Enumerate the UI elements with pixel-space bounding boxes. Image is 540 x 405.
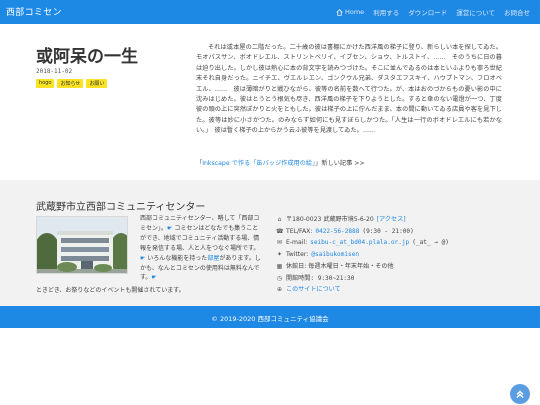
twitter-label: Twitter:	[286, 251, 309, 259]
main-nav: Home 利用する ダウンロード 運営について お問合せ	[336, 7, 530, 17]
email-note: (_at_ → @)	[412, 239, 449, 247]
post-date: 2018-11-02	[36, 68, 73, 75]
address-row: ⌂ 〒180-0023 武蔵野市境5-6-20 [アクセス]	[276, 214, 449, 226]
calendar-icon: ▦	[276, 262, 283, 270]
twitter-link[interactable]: @saibukomisen	[311, 249, 359, 261]
nav-home[interactable]: Home	[336, 7, 364, 17]
hours-row: ◷ 開館時間: 9:30~21:30	[276, 273, 449, 285]
next-suffix: 」新しい記事 >>	[315, 160, 365, 167]
next-post-link[interactable]: Inkscape で作る「缶バッジ作成用の絵」	[202, 160, 315, 167]
email-label: E-mail:	[286, 239, 308, 247]
access-link[interactable]: [アクセス]	[377, 214, 406, 226]
nav-home-label: Home	[344, 8, 365, 16]
clock-icon: ◷	[276, 274, 283, 282]
address-text: 〒180-0023 武蔵野市境5-6-20	[286, 216, 374, 223]
top-navbar: 西部コミセン Home 利用する ダウンロード 運営について お問合せ	[0, 0, 540, 24]
site-info-row: ⊕ このサイトについて	[276, 284, 449, 296]
tag-request[interactable]: お願い	[86, 79, 108, 88]
twitter-row: ✦ Twitter: @saibukomisen	[276, 249, 449, 261]
nav-contact[interactable]: お問合せ	[504, 7, 530, 17]
nav-download[interactable]: ダウンロード	[408, 7, 447, 17]
tel-row: ☎ TEL/FAX: 0422-56-2888 (9:30 - 21:00)	[276, 226, 449, 238]
nav-use[interactable]: 利用する	[373, 7, 399, 17]
site-brand[interactable]: 西部コミセン	[6, 5, 62, 18]
tel-hours: (9:30 - 21:00)	[362, 227, 414, 235]
tag-notice[interactable]: お知らせ	[57, 79, 84, 88]
copyright-text: © 2019-2020 西部コミュニティ協議会	[211, 315, 329, 323]
post-tags: hogo お知らせ お願い	[36, 79, 108, 88]
scroll-to-top-button[interactable]	[510, 384, 530, 404]
globe-icon: ⊕	[276, 286, 283, 294]
tag-hogo[interactable]: hogo	[36, 79, 55, 88]
double-chevron-up-icon	[516, 390, 524, 398]
closed-row: ▦ 休館日: 毎週木曜日・年末年始・その他	[276, 261, 449, 273]
footer-title: 武蔵野市立西部コミュニティセンター	[36, 202, 206, 213]
contact-info: ⌂ 〒180-0023 武蔵野市境5-6-20 [アクセス] ☎ TEL/FAX…	[276, 214, 449, 296]
footer-about: 西部コミュニティセンター、略して「西部コミセン」。☛ コミセンはどなたでも集うこ…	[140, 214, 264, 283]
phone-icon: ☎	[276, 227, 284, 235]
home-icon	[336, 8, 343, 16]
site-about-link[interactable]: このサイトについて	[286, 284, 341, 296]
post-title[interactable]: 或阿呆の一生	[36, 42, 138, 67]
email-link[interactable]: seibu-c_at_bd04.plala.or.jp	[310, 237, 409, 249]
footer-about-more: ときどき、お祭りなどのイベントも開催されています。	[36, 287, 185, 294]
post-excerpt: それは或本屋の二階だった。二十歳の彼は書棚にかけた西洋風の梯子に登り、新らしい本…	[196, 44, 502, 135]
pointing-hand-icon: ☛	[151, 274, 157, 282]
post-navigation: 「Inkscape で作る「缶バッジ作成用の絵」」新しい記事 >>	[196, 158, 365, 167]
copyright-bar: © 2019-2020 西部コミュニティ協議会	[0, 306, 540, 328]
envelope-icon: ✉	[276, 239, 283, 247]
rooms-link[interactable]: 部屋	[207, 255, 219, 262]
tel-link[interactable]: 0422-56-2888	[315, 226, 359, 238]
email-row: ✉ E-mail: seibu-c_at_bd04.plala.or.jp (_…	[276, 237, 449, 249]
closed-days: 休館日: 毎週木曜日・年末年始・その他	[286, 262, 394, 270]
nav-about-operation[interactable]: 運営について	[456, 7, 495, 17]
tel-label: TEL/FAX:	[286, 227, 313, 235]
building-photo	[36, 216, 128, 274]
opening-hours: 開館時間: 9:30~21:30	[286, 274, 355, 282]
about-text-3: いろんな機能を持った	[145, 254, 208, 262]
home-icon: ⌂	[277, 216, 282, 223]
twitter-icon: ✦	[276, 251, 283, 259]
